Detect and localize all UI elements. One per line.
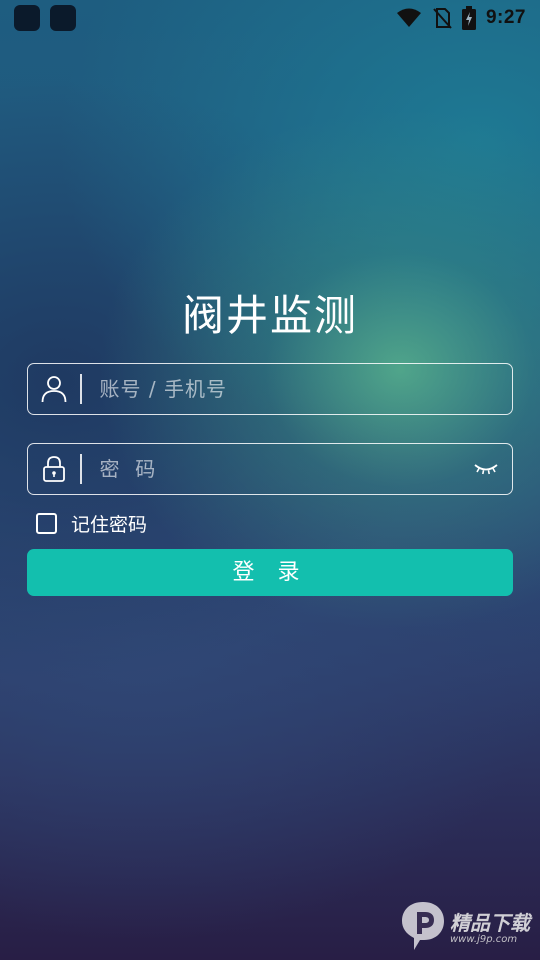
watermark-main: 精品下载 bbox=[450, 911, 530, 935]
status-time: 9:27 bbox=[485, 7, 526, 28]
notification-square-icon bbox=[50, 5, 76, 31]
account-input[interactable] bbox=[81, 364, 512, 414]
watermark-text: 精品下载 www.j9p.com bbox=[450, 907, 530, 945]
account-field[interactable] bbox=[27, 363, 513, 415]
app-title: 阀井监测 bbox=[181, 291, 358, 340]
battery-charging-icon bbox=[461, 6, 476, 30]
remember-label: 记住密码 bbox=[71, 514, 148, 536]
status-right: 9:27 bbox=[396, 6, 526, 30]
password-toggle[interactable] bbox=[460, 443, 512, 495]
status-left bbox=[14, 5, 76, 31]
status-bar: 9:27 bbox=[0, 0, 540, 36]
lock-icon-wrap bbox=[28, 443, 80, 495]
watermark-sub: www.j9p.com bbox=[450, 934, 518, 945]
no-sim-icon bbox=[433, 8, 452, 29]
user-icon-wrap bbox=[28, 363, 80, 415]
notification-square-icon bbox=[14, 5, 40, 31]
login-button[interactable]: 登 录 bbox=[27, 549, 513, 596]
remember-checkbox[interactable] bbox=[36, 513, 57, 534]
wifi-icon bbox=[396, 8, 421, 27]
user-icon bbox=[41, 376, 67, 403]
lock-icon bbox=[43, 456, 65, 482]
remember-password[interactable]: 记住密码 bbox=[36, 510, 147, 537]
watermark: 精品下载 www.j9p.com bbox=[400, 900, 530, 952]
password-field[interactable] bbox=[27, 443, 513, 495]
watermark-logo-icon bbox=[402, 902, 444, 950]
password-input[interactable] bbox=[81, 444, 460, 494]
eye-closed-icon bbox=[474, 464, 498, 475]
